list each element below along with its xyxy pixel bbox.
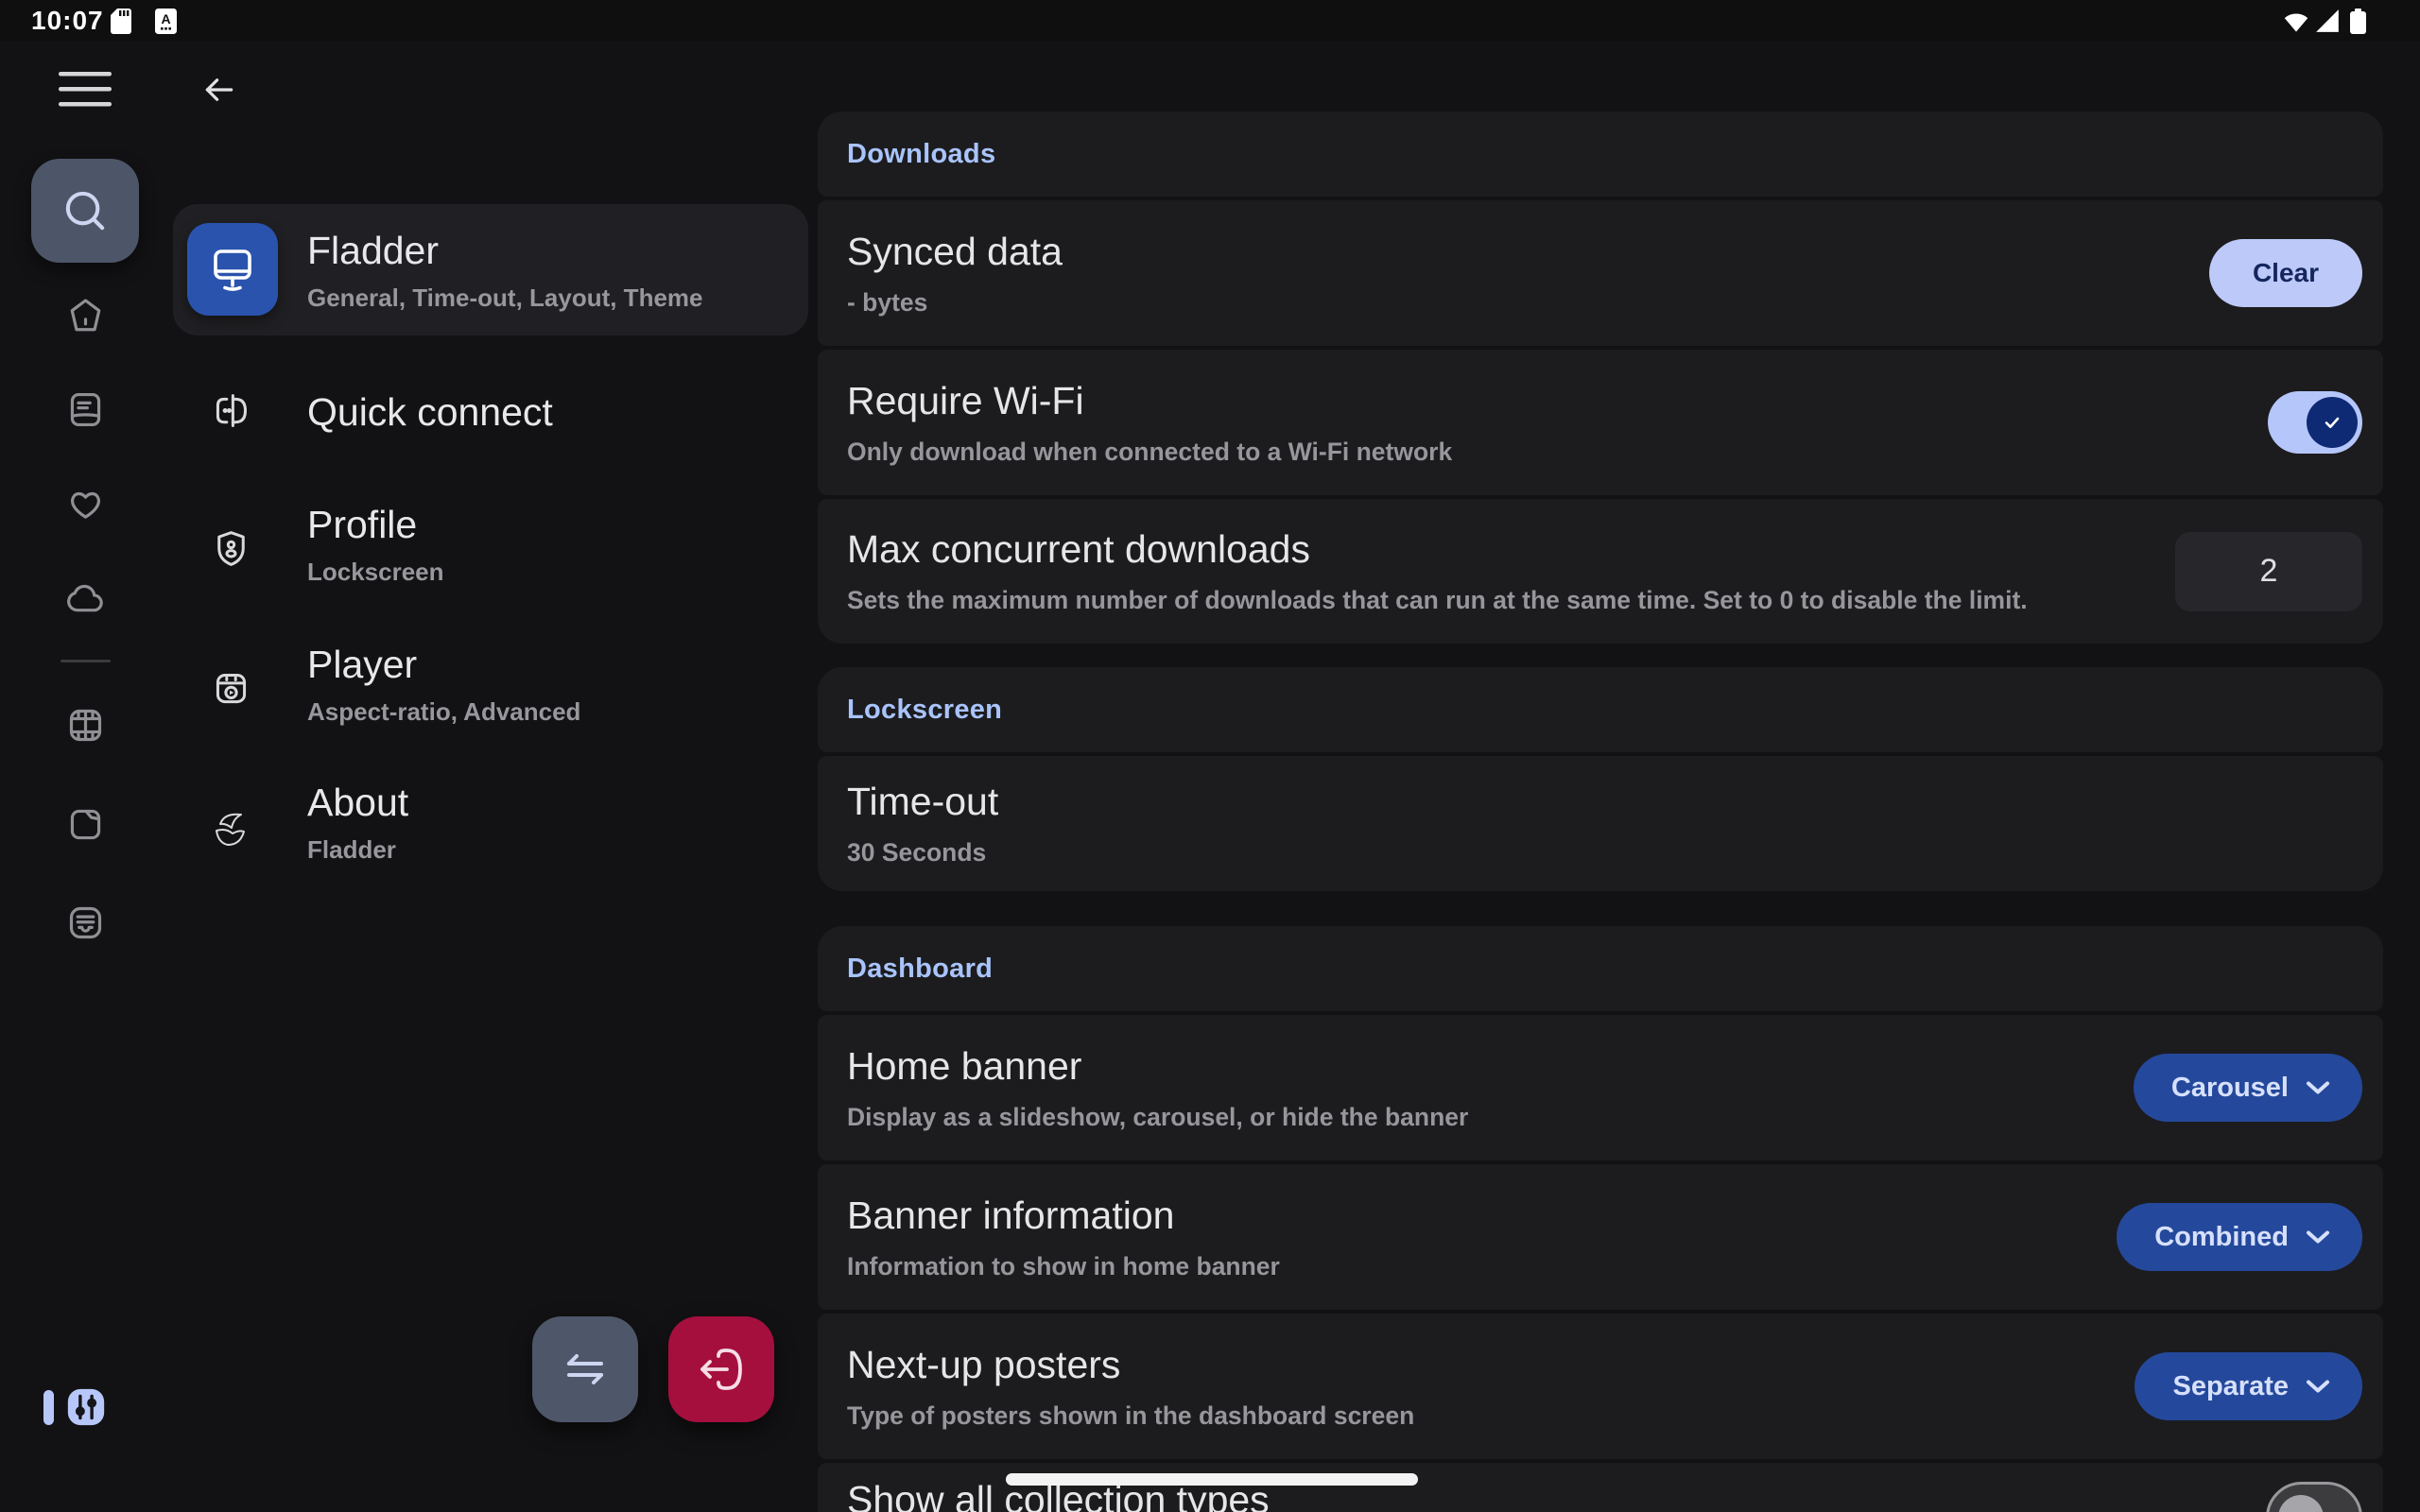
row-subtitle: - bytes [847,288,2181,318]
chevron-down-icon [2306,1229,2330,1245]
row-title: Next-up posters [847,1343,2106,1387]
row-synced-data[interactable]: Synced data - bytes Clear [818,200,2383,346]
search-icon [58,183,112,238]
row-require-wifi[interactable]: Require Wi-Fi Only download when connect… [818,350,2383,495]
rail-item-library[interactable] [64,388,107,431]
settings-content: Downloads Synced data - bytes Clear Requ… [818,42,2383,1512]
row-title: Synced data [847,230,2181,274]
clear-button[interactable]: Clear [2209,239,2362,307]
status-bar: 10:07 A [0,0,2420,42]
chevron-down-icon [2306,1080,2330,1095]
toggle-thumb [2278,1495,2324,1512]
section-header-label: Lockscreen [847,695,1002,726]
svg-text:A: A [161,11,170,26]
menu-item-about[interactable]: About Fladder [173,760,808,892]
require-wifi-toggle[interactable] [2268,391,2362,454]
navigation-rail [0,42,170,1512]
row-max-concurrent-downloads[interactable]: Max concurrent downloads Sets the maximu… [818,499,2383,644]
gesture-navigation-pill[interactable] [1006,1473,1418,1486]
menu-item-title: About [307,781,408,825]
max-downloads-input[interactable]: 2 [2175,532,2362,611]
menu-item-subtitle: General, Time-out, Layout, Theme [307,284,703,313]
chevron-down-icon [2306,1379,2330,1394]
clock: 10:07 [31,6,104,36]
section-header-dashboard: Dashboard [818,926,2383,1011]
show-all-collection-types-toggle[interactable] [2266,1482,2362,1512]
home-banner-dropdown[interactable]: Carousel [2134,1054,2362,1122]
wifi-icon [2283,9,2309,33]
menu-item-player[interactable]: Player Aspect-ratio, Advanced [173,622,808,754]
section-header-label: Downloads [847,139,995,170]
hamburger-menu-icon[interactable] [59,72,112,108]
rail-item-folders[interactable] [64,803,107,846]
row-banner-information[interactable]: Banner information Information to show i… [818,1164,2383,1310]
menu-item-subtitle: Fladder [307,835,396,865]
dropdown-value: Combined [2154,1222,2289,1253]
row-subtitle: Sets the maximum number of downloads tha… [847,586,2147,615]
row-title: Time-out [847,780,2334,824]
toggle-thumb [2307,397,2358,448]
row-title: Require Wi-Fi [847,379,2239,423]
logout-icon [691,1339,752,1400]
rail-item-videos[interactable] [64,704,107,747]
next-up-posters-dropdown[interactable]: Separate [2135,1352,2362,1420]
sd-card-icon [111,9,131,34]
rail-item-favorites[interactable] [64,482,107,524]
rail-divider [60,660,111,662]
row-timeout[interactable]: Time-out 30 Seconds [818,756,2383,891]
switch-server-button[interactable] [532,1316,638,1422]
rail-item-search[interactable] [31,159,139,263]
menu-item-title: Fladder [307,229,439,273]
row-subtitle: Information to show in home banner [847,1252,2088,1281]
rail-selected-indicator [43,1390,54,1425]
row-title: Banner information [847,1194,2088,1238]
menu-item-fladder[interactable]: Fladder General, Time-out, Layout, Theme [173,204,808,335]
row-subtitle: Display as a slideshow, carousel, or hid… [847,1103,2105,1132]
rail-item-home[interactable] [64,295,107,337]
dropdown-value: Separate [2172,1371,2289,1402]
fladder-logo-icon [205,801,256,852]
menu-item-title: Player [307,643,417,687]
cellular-signal-icon [2315,9,2340,33]
checkmark-icon [2318,408,2346,437]
settings-menu: Fladder General, Time-out, Layout, Theme… [173,42,808,1512]
rail-item-settings[interactable] [64,1385,108,1429]
row-next-up-posters[interactable]: Next-up posters Type of posters shown in… [818,1314,2383,1459]
fladder-display-icon [187,223,278,316]
row-title: Home banner [847,1044,2105,1089]
shield-account-icon [210,527,252,570]
dropdown-value: Carousel [2171,1073,2289,1104]
banner-information-dropdown[interactable]: Combined [2117,1203,2362,1271]
section-header-lockscreen: Lockscreen [818,667,2383,752]
quick-connect-icon [210,389,252,432]
row-home-banner[interactable]: Home banner Display as a slideshow, caro… [818,1015,2383,1160]
swap-arrows-icon [556,1340,614,1399]
section-header-label: Dashboard [847,954,993,985]
menu-item-title: Profile [307,503,417,547]
menu-item-subtitle: Aspect-ratio, Advanced [307,697,580,727]
letter-a-app-icon: A [155,9,177,34]
back-arrow-icon[interactable] [201,72,237,108]
row-subtitle: Only download when connected to a Wi-Fi … [847,438,2239,467]
logout-button[interactable] [668,1316,774,1422]
rail-item-cloud-sync[interactable] [64,577,107,620]
row-title: Max concurrent downloads [847,527,2147,572]
menu-item-subtitle: Lockscreen [307,558,444,587]
menu-item-profile[interactable]: Profile Lockscreen [173,482,808,614]
section-header-downloads: Downloads [818,112,2383,197]
menu-item-title: Quick connect [307,390,553,435]
rail-item-subscriptions[interactable] [64,902,107,944]
battery-icon [2350,9,2366,34]
row-subtitle: Type of posters shown in the dashboard s… [847,1401,2106,1431]
player-icon [210,667,252,710]
app-window: 10:07 A [0,0,2420,1512]
menu-item-quick-connect[interactable]: Quick connect [173,344,808,476]
row-subtitle: 30 Seconds [847,838,2334,868]
row-show-all-collection-types[interactable]: Show all collection types [818,1463,2383,1512]
